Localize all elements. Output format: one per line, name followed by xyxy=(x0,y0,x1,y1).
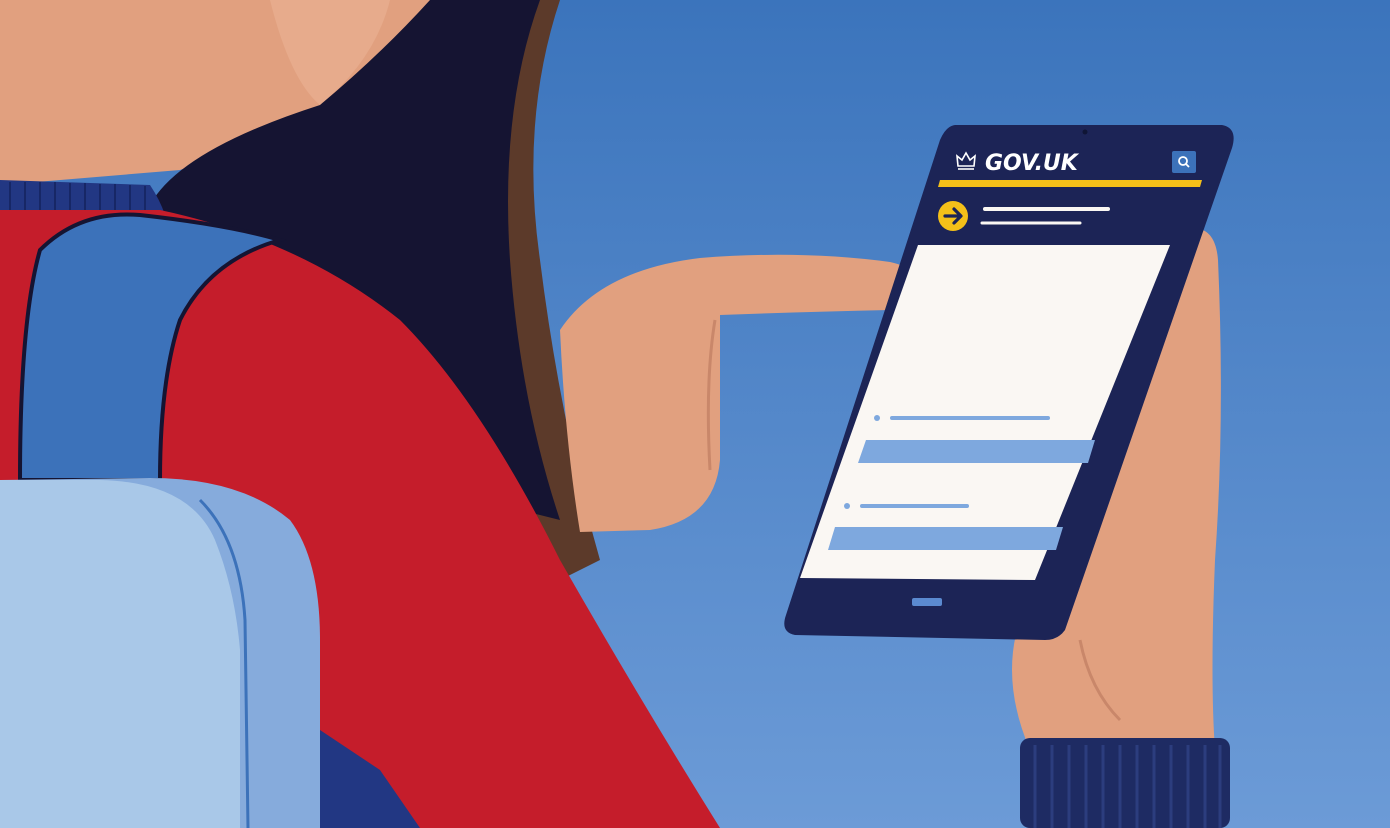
list-button-1[interactable] xyxy=(858,440,1095,463)
arrow-right-icon xyxy=(938,201,968,231)
list-bullet-1 xyxy=(874,415,880,421)
phone-home-button[interactable] xyxy=(912,598,942,606)
illustration-scene: GOV.UK xyxy=(0,0,1390,828)
list-button-2[interactable] xyxy=(828,527,1063,550)
gov-logo-text: GOV.UK xyxy=(985,151,1080,176)
backpack-front-panel xyxy=(0,480,240,828)
gov-yellow-stripe xyxy=(938,180,1202,187)
list-bullet-2 xyxy=(844,503,850,509)
search-button[interactable] xyxy=(1172,151,1196,173)
illustration-svg: GOV.UK xyxy=(0,0,1390,828)
phone-camera xyxy=(1082,129,1088,135)
